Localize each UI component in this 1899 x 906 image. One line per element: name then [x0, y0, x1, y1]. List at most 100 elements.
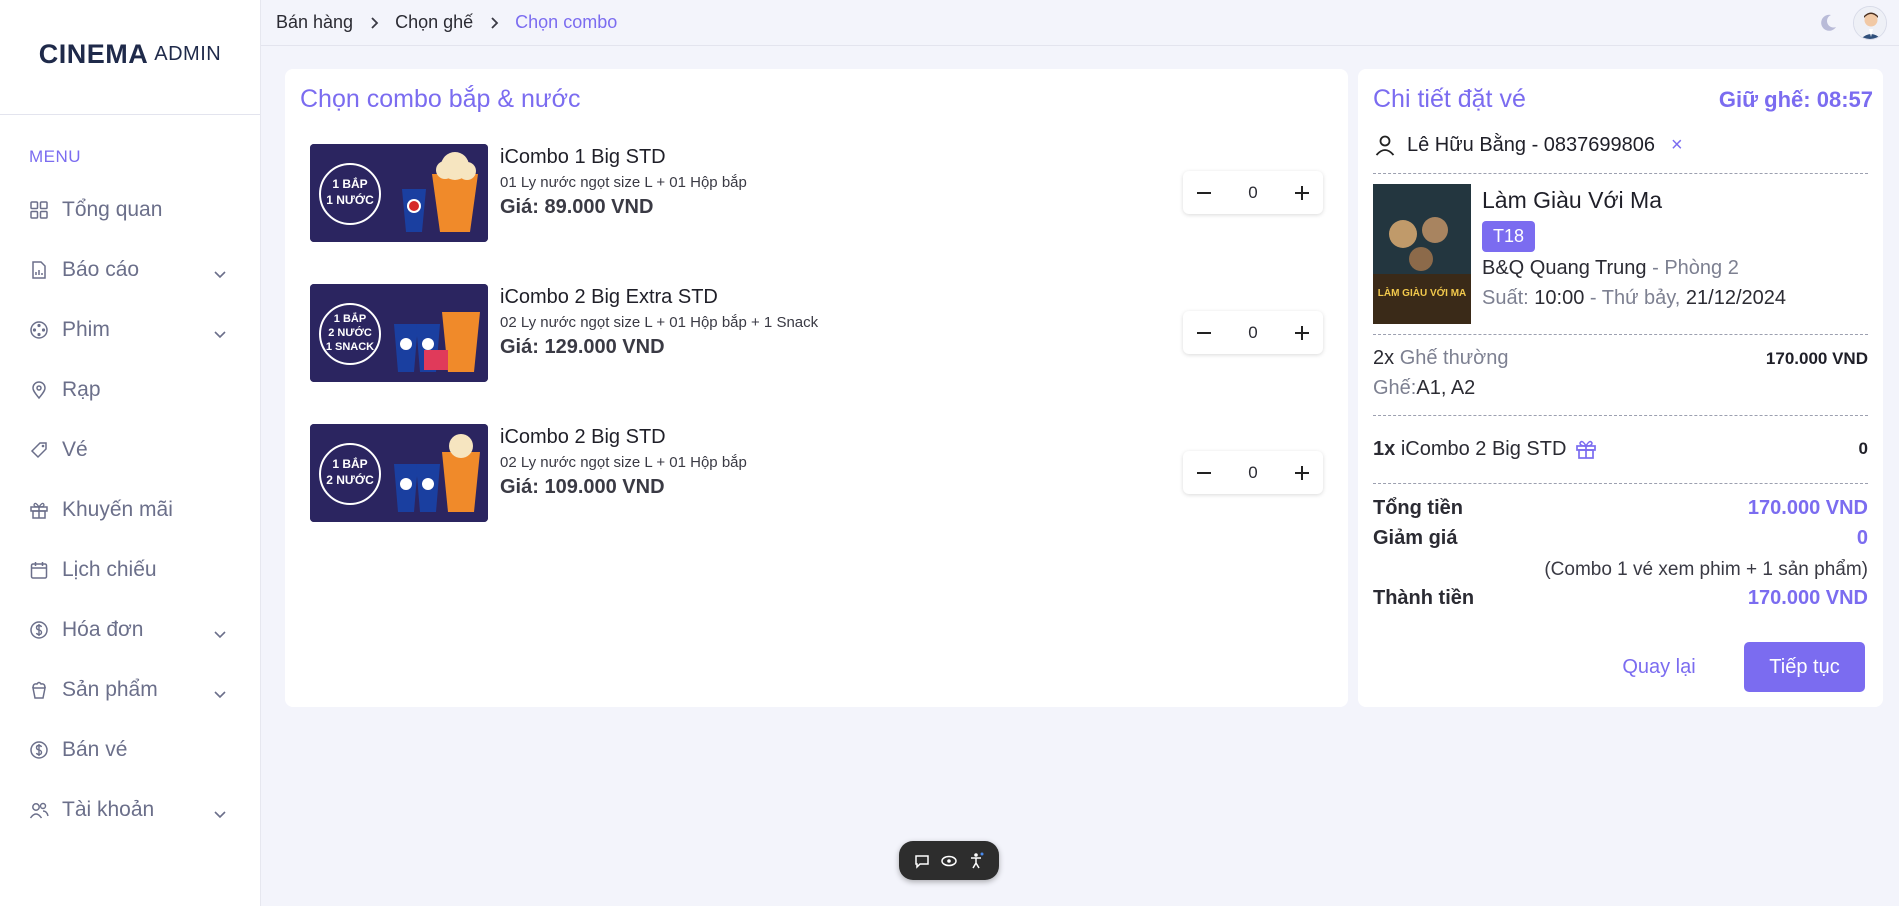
- quantity-stepper: 0: [1183, 171, 1323, 214]
- quantity-stepper: 0: [1183, 311, 1323, 354]
- chevron-down-icon: [213, 803, 227, 819]
- sidebar-item-lịch-chiếu[interactable]: Lịch chiếu: [0, 540, 261, 600]
- sidebar-item-label: Bán vé: [62, 738, 128, 761]
- discount-row: Giảm giá 0: [1373, 527, 1868, 550]
- logo-brand: CINEMA: [38, 38, 149, 69]
- combo-item: 1 BẮP 2 NƯỚC iCombo 2 Big STD 02 Ly nước…: [310, 424, 1333, 524]
- sidebar-item-rạp[interactable]: Rạp: [0, 360, 261, 420]
- chevron-right-icon: [487, 16, 501, 30]
- user-icon: [1373, 133, 1397, 157]
- calendar-icon: [29, 560, 49, 580]
- menu-title: MENU: [29, 147, 82, 166]
- popcorn-icon: [29, 680, 49, 700]
- breadcrumb-item-sales[interactable]: Bán hàng: [276, 12, 353, 33]
- moon-icon[interactable]: [1817, 12, 1839, 34]
- svg-text:LÀM GIÀU VỚI MA: LÀM GIÀU VỚI MA: [1378, 286, 1467, 299]
- sidebar-item-hóa-đơn[interactable]: Hóa đơn: [0, 600, 261, 660]
- quantity-value[interactable]: 0: [1248, 323, 1257, 343]
- cinema-room: B&Q Quang Trung - Phòng 2: [1482, 257, 1739, 280]
- svg-text:2 NƯỚC: 2 NƯỚC: [326, 472, 374, 487]
- sidebar-item-tổng-quan[interactable]: Tổng quan: [0, 180, 261, 240]
- sidebar-item-label: Hóa đơn: [62, 618, 144, 641]
- topbar: Bán hàng Chọn ghế Chọn combo: [261, 0, 1899, 46]
- svg-text:1 BẮP: 1 BẮP: [334, 312, 366, 325]
- combo-line-name: iCombo 2 Big STD: [1400, 437, 1567, 460]
- sidebar-item-khuyến-mãi[interactable]: Khuyến mãi: [0, 480, 261, 540]
- decrement-button[interactable]: [1191, 320, 1217, 346]
- final-value: 170.000 VND: [1747, 587, 1868, 609]
- combo-item: 1 BẮP 1 NƯỚC iCombo 1 Big STD 01 Ly nước…: [310, 144, 1333, 244]
- seat-hold-timer: Giữ ghế: 08:57: [1718, 87, 1873, 112]
- divider: [1373, 483, 1868, 484]
- sidebar-item-tài-khoản[interactable]: Tài khoản: [0, 780, 261, 840]
- continue-button[interactable]: Tiếp tục: [1744, 642, 1865, 692]
- sidebar-item-bán-vé[interactable]: Bán vé: [0, 720, 261, 780]
- gift-icon[interactable]: [1574, 437, 1598, 461]
- final-label: Thành tiền: [1373, 587, 1475, 609]
- ticket-icon: [29, 440, 49, 460]
- sidebar-menu: Tổng quan Báo cáo Phim Rạp Vé Khuyến mãi Lịch …: [0, 180, 261, 840]
- sidebar-item-phim[interactable]: Phim: [0, 300, 261, 360]
- breadcrumb-item-combo: Chọn combo: [515, 12, 618, 32]
- combo-description: 02 Ly nước ngọt size L + 01 Hộp bắp: [500, 454, 747, 471]
- combo-line-amount: 0: [1858, 439, 1868, 458]
- showtime-time: 10:00: [1534, 287, 1585, 309]
- total-value: 170.000 VND: [1747, 497, 1868, 519]
- chat-icon[interactable]: [913, 852, 931, 870]
- back-button[interactable]: Quay lại: [1595, 642, 1723, 692]
- room-separator: -: [1646, 257, 1665, 279]
- quantity-stepper: 0: [1183, 451, 1323, 494]
- sidebar-item-sản-phẩm[interactable]: Sản phẩm: [0, 660, 261, 720]
- logo-suffix: ADMIN: [154, 42, 222, 65]
- logo[interactable]: CINEMA ADMIN: [0, 0, 260, 115]
- sidebar-item-label: Báo cáo: [62, 258, 140, 281]
- sidebar-item-label: Khuyến mãi: [62, 498, 173, 521]
- sidebar-item-label: Lịch chiếu: [62, 558, 157, 581]
- total-row: Tổng tiền 170.000 VND: [1373, 497, 1868, 520]
- chevron-down-icon: [213, 263, 227, 279]
- quantity-value[interactable]: 0: [1248, 463, 1257, 483]
- dollar-circle-icon: [29, 740, 49, 760]
- top-actions: [1817, 6, 1887, 40]
- users-icon: [29, 800, 49, 820]
- quantity-value[interactable]: 0: [1248, 183, 1257, 203]
- breadcrumb-item-seats[interactable]: Chọn ghế: [395, 12, 473, 33]
- avatar[interactable]: [1853, 6, 1887, 40]
- sidebar-item-báo-cáo[interactable]: Báo cáo: [0, 240, 261, 300]
- eye-icon[interactable]: [940, 852, 958, 870]
- remove-customer-button[interactable]: ×: [1671, 134, 1683, 157]
- chevron-down-icon: [213, 323, 227, 339]
- accessibility-icon[interactable]: [967, 852, 985, 870]
- showtime-date: 21/12/2024: [1685, 287, 1787, 309]
- showtime: Suất: 10:00 - Thứ bảy, 21/12/2024: [1482, 287, 1786, 310]
- increment-button[interactable]: [1289, 180, 1315, 206]
- combo-item: 1 BẮP 2 NƯỚC 1 SNACK iCombo 2 Big Extra …: [310, 284, 1333, 384]
- svg-text:1 BẮP: 1 BẮP: [332, 456, 367, 471]
- sidebar-item-label: Tài khoản: [62, 798, 155, 821]
- sidebar-item-vé[interactable]: Vé: [0, 420, 261, 480]
- seat-type: Ghế thường: [1399, 347, 1509, 369]
- combo-image: 1 BẮP 2 NƯỚC: [310, 424, 488, 522]
- showtime-day: - Thứ bảy,: [1584, 287, 1686, 309]
- svg-text:1 SNACK: 1 SNACK: [326, 341, 374, 353]
- seat-list-label: Ghế:: [1373, 377, 1417, 399]
- film-reel-icon: [29, 320, 49, 340]
- final-row: Thành tiền 170.000 VND: [1373, 587, 1868, 610]
- customer-name: Lê Hữu Bằng - 0837699806: [1407, 133, 1656, 156]
- increment-button[interactable]: [1289, 460, 1315, 486]
- grid-icon: [29, 200, 49, 220]
- discount-value: 0: [1856, 527, 1868, 549]
- combo-name: iCombo 2 Big Extra STD: [500, 286, 718, 308]
- customer-row: Lê Hữu Bằng - 0837699806 ×: [1373, 133, 1683, 157]
- breadcrumb: Bán hàng Chọn ghế Chọn combo: [276, 12, 617, 33]
- showtime-label: Suất:: [1482, 287, 1535, 309]
- divider: [1373, 173, 1868, 174]
- discount-label: Giảm giá: [1373, 527, 1458, 549]
- decrement-button[interactable]: [1191, 180, 1217, 206]
- movie-title: Làm Giàu Với Ma: [1482, 187, 1662, 213]
- decrement-button[interactable]: [1191, 460, 1217, 486]
- seat-list: Ghế: A1, A2: [1373, 377, 1868, 400]
- increment-button[interactable]: [1289, 320, 1315, 346]
- seat-line: 2x Ghế thường 170.000 VND: [1373, 347, 1868, 370]
- combo-image: 1 BẮP 1 NƯỚC: [310, 144, 488, 242]
